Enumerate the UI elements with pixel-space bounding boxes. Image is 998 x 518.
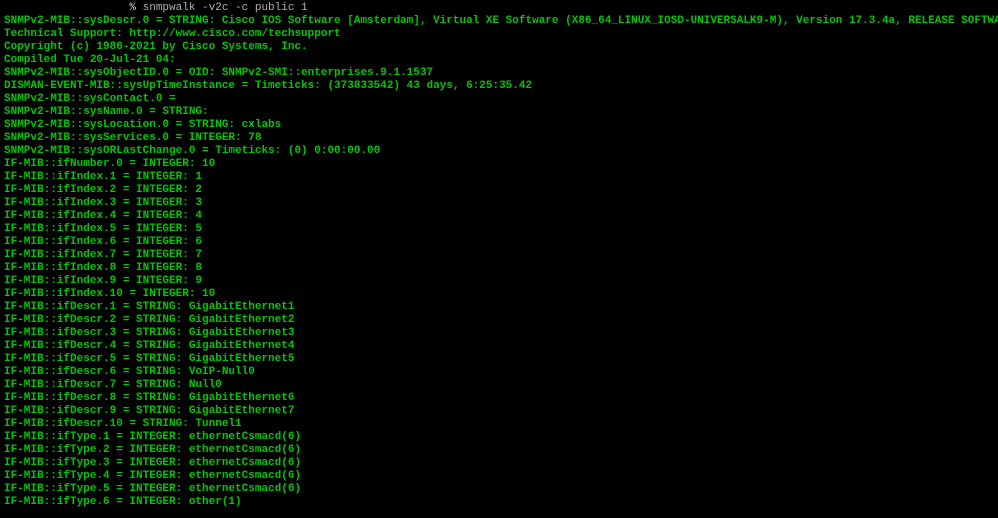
output-line: IF-MIB::ifIndex.5 = INTEGER: 5	[4, 223, 994, 236]
output-line: IF-MIB::ifDescr.9 = STRING: GigabitEther…	[4, 405, 994, 418]
output-line: IF-MIB::ifIndex.3 = INTEGER: 3	[4, 197, 994, 210]
output-line: SNMPv2-MIB::sysLocation.0 = STRING: cxla…	[4, 119, 994, 132]
output-line: SNMPv2-MIB::sysName.0 = STRING:	[4, 106, 994, 119]
output-line: SNMPv2-MIB::sysContact.0 =	[4, 93, 994, 106]
output-line: IF-MIB::ifDescr.6 = STRING: VoIP-Null0	[4, 366, 994, 379]
output-line: IF-MIB::ifIndex.9 = INTEGER: 9	[4, 275, 994, 288]
terminal-output: SNMPv2-MIB::sysDescr.0 = STRING: Cisco I…	[4, 15, 994, 509]
output-line: SNMPv2-MIB::sysDescr.0 = STRING: Cisco I…	[4, 15, 994, 28]
output-line: SNMPv2-MIB::sysServices.0 = INTEGER: 78	[4, 132, 994, 145]
output-line: IF-MIB::ifIndex.2 = INTEGER: 2	[4, 184, 994, 197]
output-line: Compiled Tue 20-Jul-21 04:	[4, 54, 994, 67]
command-text: snmpwalk -v2c -c public 1	[143, 2, 308, 14]
output-line: IF-MIB::ifIndex.7 = INTEGER: 7	[4, 249, 994, 262]
output-line: Copyright (c) 1986-2021 by Cisco Systems…	[4, 41, 994, 54]
output-line: IF-MIB::ifDescr.5 = STRING: GigabitEther…	[4, 353, 994, 366]
output-line: IF-MIB::ifType.4 = INTEGER: ethernetCsma…	[4, 470, 994, 483]
output-line: IF-MIB::ifIndex.6 = INTEGER: 6	[4, 236, 994, 249]
output-line: IF-MIB::ifNumber.0 = INTEGER: 10	[4, 158, 994, 171]
output-line: IF-MIB::ifIndex.4 = INTEGER: 4	[4, 210, 994, 223]
output-line: Technical Support: http://www.cisco.com/…	[4, 28, 994, 41]
output-line: IF-MIB::ifDescr.4 = STRING: GigabitEther…	[4, 340, 994, 353]
command-line[interactable]: % snmpwalk -v2c -c public 1	[4, 2, 994, 15]
output-line: SNMPv2-MIB::sysObjectID.0 = OID: SNMPv2-…	[4, 67, 994, 80]
output-line: IF-MIB::ifDescr.2 = STRING: GigabitEther…	[4, 314, 994, 327]
output-line: IF-MIB::ifType.3 = INTEGER: ethernetCsma…	[4, 457, 994, 470]
output-line: IF-MIB::ifDescr.3 = STRING: GigabitEther…	[4, 327, 994, 340]
output-line: DISMAN-EVENT-MIB::sysUpTimeInstance = Ti…	[4, 80, 994, 93]
output-line: IF-MIB::ifType.2 = INTEGER: ethernetCsma…	[4, 444, 994, 457]
output-line: IF-MIB::ifType.6 = INTEGER: other(1)	[4, 496, 994, 509]
output-line: IF-MIB::ifIndex.10 = INTEGER: 10	[4, 288, 994, 301]
output-line: IF-MIB::ifIndex.8 = INTEGER: 8	[4, 262, 994, 275]
output-line: IF-MIB::ifType.1 = INTEGER: ethernetCsma…	[4, 431, 994, 444]
prompt-leading	[4, 2, 129, 14]
output-line: IF-MIB::ifDescr.1 = STRING: GigabitEther…	[4, 301, 994, 314]
output-line: IF-MIB::ifIndex.1 = INTEGER: 1	[4, 171, 994, 184]
output-line: IF-MIB::ifType.5 = INTEGER: ethernetCsma…	[4, 483, 994, 496]
output-line: SNMPv2-MIB::sysORLastChange.0 = Timetick…	[4, 145, 994, 158]
output-line: IF-MIB::ifDescr.7 = STRING: Null0	[4, 379, 994, 392]
output-line: IF-MIB::ifDescr.10 = STRING: Tunnel1	[4, 418, 994, 431]
prompt-symbol: %	[129, 2, 142, 14]
output-line: IF-MIB::ifDescr.8 = STRING: GigabitEther…	[4, 392, 994, 405]
